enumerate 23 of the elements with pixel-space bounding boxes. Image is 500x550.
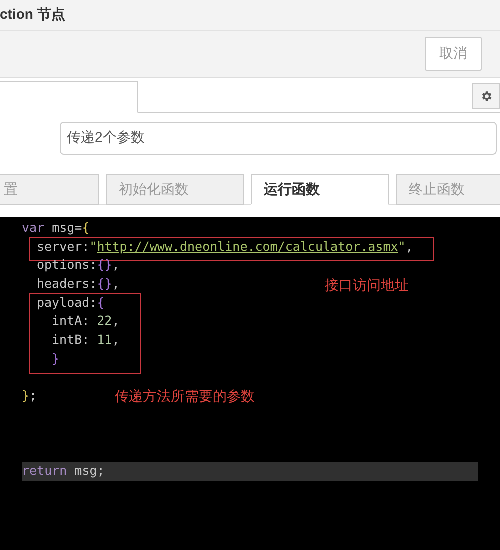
code-editor[interactable]: var msg={ server:"http://www.dneonline.com/calculator.asmx", options:{}, headers:{}, payload:{ intA: 22, intB: 11, } }; return msg; 接口访问地址 传递方法所需要的参数 [0,217,500,550]
code-line: server:"http://www.dneonline.com/calculator.asmx", [37,238,414,254]
node-tab[interactable] [0,81,138,113]
window-title: ction 节点 [0,6,66,24]
settings-icon [480,90,492,102]
function-tab[interactable]: 初始化函数 [106,174,244,205]
code-line: var msg={ [22,220,90,235]
code-line: payload:{ [37,294,105,310]
code-line: headers:{}, [37,276,120,292]
code-line: }; [22,388,38,404]
settings-button[interactable] [472,83,500,109]
code-line: return msg; [22,462,105,478]
cancel-button[interactable]: 取消 [425,37,482,71]
name-field[interactable]: 传递2个参数 [60,122,497,154]
code-line: intA: 22, [52,313,120,328]
code-line: intB: 11, [52,332,120,348]
code-line: options:{}, [37,257,120,272]
function-tab[interactable]: 终止函数 [396,174,500,205]
function-tab[interactable]: 置 [0,174,99,205]
annotation-text: 接口访问地址 [325,277,409,295]
function-tab[interactable]: 运行函数 [251,174,389,205]
annotation-text: 传递方法所需要的参数 [115,388,255,406]
code-line: } [52,350,60,366]
